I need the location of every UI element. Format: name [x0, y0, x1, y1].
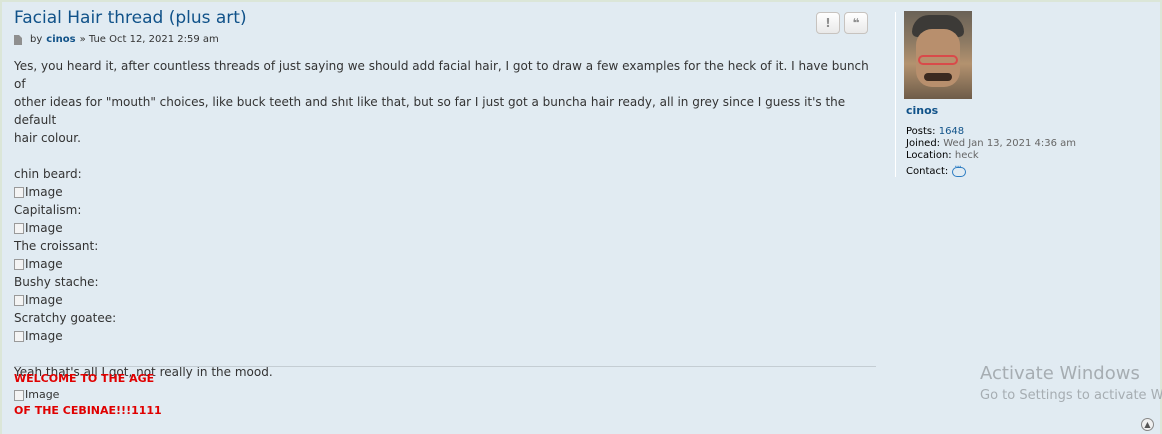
report-button[interactable]: !	[816, 12, 840, 34]
intro-line-1: Yes, you heard it, after countless threa…	[14, 59, 869, 91]
broken-image-icon	[14, 186, 24, 198]
contact-label: Contact:	[906, 166, 949, 177]
signature-line-2: OF THE CEBINAE!!!1111	[14, 404, 162, 417]
joined-value: Wed Jan 13, 2021 4:36 am	[943, 138, 1077, 149]
item-label: chin beard:	[14, 167, 82, 181]
broken-image-icon	[14, 222, 24, 234]
broken-image-icon	[14, 294, 24, 306]
broken-image: Image	[14, 291, 876, 309]
location-value: heck	[954, 150, 979, 161]
location-row: Location: heck	[906, 150, 1076, 162]
watermark-line-2: Go to Settings to activate W	[980, 388, 1162, 403]
signature-divider	[14, 366, 876, 367]
broken-image: Image	[14, 327, 876, 345]
intro-line-3: hair colour.	[14, 131, 81, 145]
posts-count-link[interactable]: 1648	[939, 126, 964, 137]
broken-image-icon	[14, 258, 24, 270]
avatar-glasses	[918, 55, 958, 65]
contact-row: Contact:	[906, 162, 1076, 178]
posts-row: Posts: 1648	[906, 126, 1076, 138]
profile-divider	[895, 12, 896, 177]
signature-line-1: WELCOME TO THE AGE	[14, 372, 155, 385]
quote-icon: ❝	[852, 16, 860, 30]
broken-image: Image	[14, 219, 876, 237]
image-alt: Image	[25, 185, 63, 199]
post-meta: by cinos » Tue Oct 12, 2021 2:59 am	[14, 34, 219, 45]
post-icon[interactable]	[14, 34, 22, 45]
chevron-up-icon: ▲	[1144, 420, 1151, 429]
post-title[interactable]: Facial Hair thread (plus art)	[14, 8, 247, 28]
forum-post: Facial Hair thread (plus art) ! ❝ by cin…	[2, 2, 1162, 434]
item-label: Capitalism:	[14, 203, 82, 217]
chat-bubble-icon[interactable]	[952, 162, 967, 177]
post-date: » Tue Oct 12, 2021 2:59 am	[79, 34, 219, 45]
exclamation-icon: !	[825, 16, 831, 30]
joined-row: Joined: Wed Jan 13, 2021 4:36 am	[906, 138, 1076, 150]
quote-button[interactable]: ❝	[844, 12, 868, 34]
back-to-top-button[interactable]: ▲	[1141, 418, 1154, 431]
broken-image-icon	[14, 330, 24, 342]
broken-image: Image	[14, 255, 876, 273]
broken-image-icon	[14, 389, 24, 401]
joined-label: Joined:	[906, 138, 941, 149]
signature-broken-image: Image	[14, 387, 162, 403]
item-label: Bushy stache:	[14, 275, 99, 289]
intro-line-2: other ideas for "mouth" choices, like bu…	[14, 95, 846, 127]
image-alt: Image	[25, 257, 63, 271]
avatar-mouth	[924, 73, 952, 81]
image-alt: Image	[25, 329, 63, 343]
post-buttons: ! ❝	[816, 12, 868, 34]
image-alt: Image	[25, 388, 60, 401]
broken-image: Image	[14, 183, 876, 201]
item-label: Scratchy goatee:	[14, 311, 117, 325]
avatar[interactable]	[904, 11, 972, 99]
signature: WELCOME TO THE AGE Image OF THE CEBINAE!…	[14, 371, 162, 419]
post-content: Yes, you heard it, after countless threa…	[14, 57, 876, 381]
profile-info: Posts: 1648 Joined: Wed Jan 13, 2021 4:3…	[906, 126, 1076, 178]
activate-windows-watermark: Activate Windows Go to Settings to activ…	[980, 363, 1162, 403]
watermark-line-1: Activate Windows	[980, 363, 1140, 384]
by-label: by	[30, 34, 43, 45]
image-alt: Image	[25, 221, 63, 235]
posts-label: Posts:	[906, 126, 936, 137]
item-label: The croissant:	[14, 239, 99, 253]
profile-username[interactable]: cinos	[906, 104, 938, 117]
image-alt: Image	[25, 293, 63, 307]
post-author-link[interactable]: cinos	[46, 34, 75, 45]
location-label: Location:	[906, 150, 952, 161]
